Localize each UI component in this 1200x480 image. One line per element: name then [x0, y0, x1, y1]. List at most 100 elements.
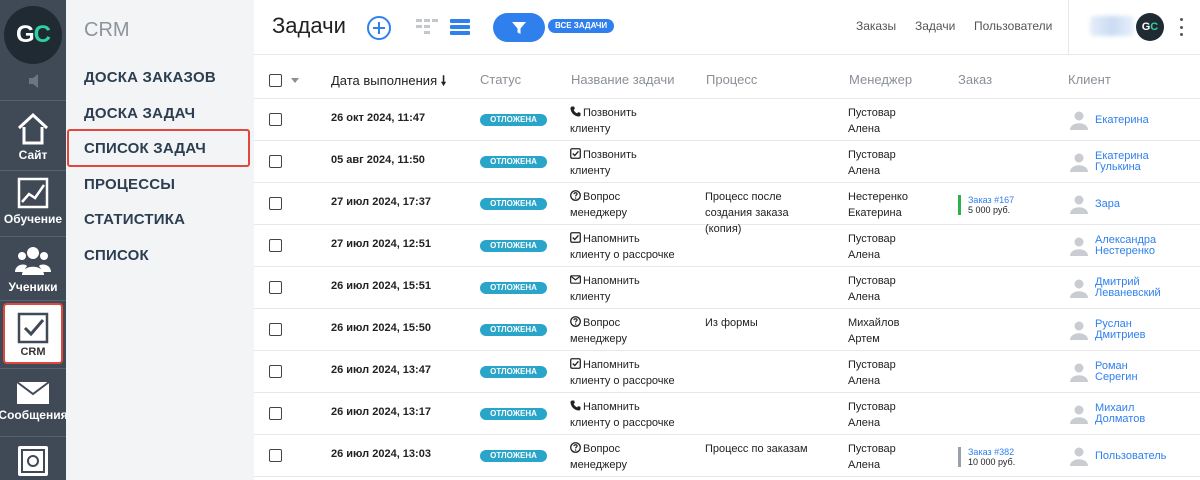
client-cell[interactable]: Роман Серегин: [1069, 351, 1200, 393]
filter-badge[interactable]: ВСЕ ЗАДАЧИ: [548, 19, 615, 33]
task-name[interactable]: Вопрос менеджеру: [570, 189, 692, 221]
task-name[interactable]: Позвонить клиенту: [570, 105, 692, 137]
row-checkbox[interactable]: [269, 113, 282, 126]
client-name[interactable]: Гулькина: [1095, 162, 1149, 173]
task-name[interactable]: Вопрос менеджеру: [570, 441, 692, 473]
client-cell[interactable]: Пользователь: [1069, 435, 1200, 477]
status-badge: ОТЛОЖЕНА: [480, 240, 547, 252]
client-name[interactable]: Леваневский: [1095, 288, 1161, 299]
rail-item-safe[interactable]: [0, 440, 66, 480]
manager-name: Пустовар Алена: [848, 149, 896, 177]
chevron-down-icon[interactable]: [291, 78, 299, 83]
row-checkbox[interactable]: [269, 197, 282, 210]
process-name: [705, 273, 830, 305]
row-checkbox[interactable]: [269, 449, 282, 462]
rail-divider: [0, 436, 66, 437]
kanban-view-icon[interactable]: [416, 19, 438, 35]
client-name[interactable]: Зара: [1095, 198, 1120, 210]
top-link-orders[interactable]: Заказы: [856, 19, 896, 33]
side-item-statistics[interactable]: СТАТИСТИКА: [84, 211, 185, 228]
col-header-order[interactable]: Заказ: [958, 72, 992, 87]
client-cell[interactable]: Руслан Дмитриев: [1069, 309, 1200, 351]
client-cell[interactable]: Дмитрий Леваневский: [1069, 267, 1200, 309]
list-view-icon[interactable]: [450, 19, 470, 35]
side-item-tasks-list[interactable]: СПИСОК ЗАДАЧ: [84, 140, 206, 157]
side-item-list[interactable]: СПИСОК: [84, 247, 149, 264]
rail-item-learning[interactable]: Обучение: [0, 172, 66, 234]
table-row[interactable]: 26 июл 2024, 13:03 ОТЛОЖЕНА Вопрос менед…: [254, 435, 1200, 477]
table-row[interactable]: 05 авг 2024, 11:50 ОТЛОЖЕНА Позвонить кл…: [254, 141, 1200, 183]
rail-item-messages[interactable]: Сообщения: [0, 376, 68, 438]
table-row[interactable]: 26 июл 2024, 13:47 ОТЛОЖЕНА Напомнить кл…: [254, 351, 1200, 393]
client-name[interactable]: Екатерина: [1095, 114, 1149, 126]
status-badge: ОТЛОЖЕНА: [480, 114, 547, 126]
more-menu-icon[interactable]: [1178, 18, 1184, 36]
client-cell[interactable]: Екатерина: [1069, 99, 1200, 141]
task-name[interactable]: Напомнить клиенту о рассрочке: [570, 231, 692, 263]
row-checkbox[interactable]: [269, 365, 282, 378]
order-link[interactable]: Заказ #167: [968, 195, 1014, 205]
table-row[interactable]: 26 июл 2024, 15:50 ОТЛОЖЕНА Вопрос менед…: [254, 309, 1200, 351]
col-header-date[interactable]: Дата выполнения 🠗: [331, 72, 446, 94]
side-item-orders-board[interactable]: ДОСКА ЗАКАЗОВ: [84, 69, 216, 86]
client-name[interactable]: Нестеренко: [1095, 246, 1156, 257]
speaker-icon[interactable]: [20, 72, 46, 90]
col-header-status[interactable]: Статус: [480, 72, 521, 87]
checkbox-icon: [17, 312, 49, 344]
col-header-task[interactable]: Название задачи: [571, 72, 674, 87]
app: GC Сайт Обучение Ученики CRM Сообщения C…: [0, 0, 1200, 480]
task-name[interactable]: Напомнить клиенту о рассрочке: [570, 399, 692, 431]
client-cell[interactable]: Екатерина Гулькина: [1069, 141, 1200, 183]
side-item-processes[interactable]: ПРОЦЕССЫ: [84, 176, 175, 193]
row-checkbox[interactable]: [269, 155, 282, 168]
client-name[interactable]: Дмитриев: [1095, 330, 1145, 341]
top-link-tasks[interactable]: Задачи: [915, 19, 955, 33]
client-cell[interactable]: Михаил Долматов: [1069, 393, 1200, 435]
row-checkbox[interactable]: [269, 407, 282, 420]
client-name[interactable]: Серегин: [1095, 372, 1138, 383]
mail-icon: [16, 381, 50, 404]
select-all-checkbox[interactable]: [269, 74, 282, 87]
task-name[interactable]: Позвонить клиенту: [570, 147, 692, 179]
table-row[interactable]: 26 июл 2024, 15:51 ОТЛОЖЕНА Напомнить кл…: [254, 267, 1200, 309]
user-name-blurred: [1090, 16, 1134, 36]
rail-item-site[interactable]: Сайт: [0, 108, 66, 170]
process-name: Процесс по заказам: [705, 443, 808, 455]
due-date: 26 июл 2024, 15:50: [331, 322, 431, 334]
row-checkbox[interactable]: [269, 323, 282, 336]
filter-button[interactable]: [493, 13, 545, 42]
client-name[interactable]: Долматов: [1095, 414, 1145, 425]
chart-icon: [17, 177, 49, 209]
rail-item-students[interactable]: Ученики: [0, 240, 66, 302]
due-date: 27 июл 2024, 17:37: [331, 196, 431, 208]
side-item-tasks-board[interactable]: ДОСКА ЗАДАЧ: [84, 105, 195, 122]
task-name[interactable]: Вопрос менеджеру: [570, 315, 692, 347]
client-cell[interactable]: Зара: [1069, 183, 1200, 225]
table-row[interactable]: 27 июл 2024, 17:37 ОТЛОЖЕНА Вопрос менед…: [254, 183, 1200, 235]
col-header-process[interactable]: Процесс: [706, 72, 757, 87]
task-name[interactable]: Напомнить клиенту: [570, 273, 692, 305]
table-row[interactable]: 26 июл 2024, 13:17 ОТЛОЖЕНА Напомнить кл…: [254, 393, 1200, 435]
mail-icon: [570, 275, 581, 284]
due-date: 27 июл 2024, 12:51: [331, 238, 431, 250]
task-name[interactable]: Напомнить клиенту о рассрочке: [570, 357, 692, 389]
top-link-users[interactable]: Пользователи: [974, 19, 1052, 33]
add-task-button[interactable]: [367, 16, 391, 40]
col-header-manager[interactable]: Менеджер: [849, 72, 912, 87]
col-header-client[interactable]: Клиент: [1068, 72, 1111, 87]
row-checkbox[interactable]: [269, 281, 282, 294]
logo[interactable]: GC: [4, 6, 62, 64]
client-name[interactable]: Пользователь: [1095, 450, 1166, 462]
rail-item-crm[interactable]: CRM: [3, 303, 63, 364]
manager-name: Пустовар Алена: [848, 443, 896, 471]
due-date: 26 июл 2024, 13:03: [331, 448, 431, 460]
table-row[interactable]: 26 окт 2024, 11:47 ОТЛОЖЕНА Позвонить кл…: [254, 99, 1200, 141]
order-link[interactable]: Заказ #382: [968, 447, 1015, 457]
rail-item-label: Сообщения: [0, 408, 68, 422]
row-checkbox[interactable]: [269, 239, 282, 252]
due-date: 05 авг 2024, 11:50: [331, 154, 425, 166]
client-cell[interactable]: Александра Нестеренко: [1069, 225, 1200, 267]
table-row[interactable]: 27 июл 2024, 12:51 ОТЛОЖЕНА Напомнить кл…: [254, 225, 1200, 267]
user-avatar[interactable]: GC: [1136, 13, 1164, 41]
table-body: 26 окт 2024, 11:47 ОТЛОЖЕНА Позвонить кл…: [254, 99, 1200, 477]
